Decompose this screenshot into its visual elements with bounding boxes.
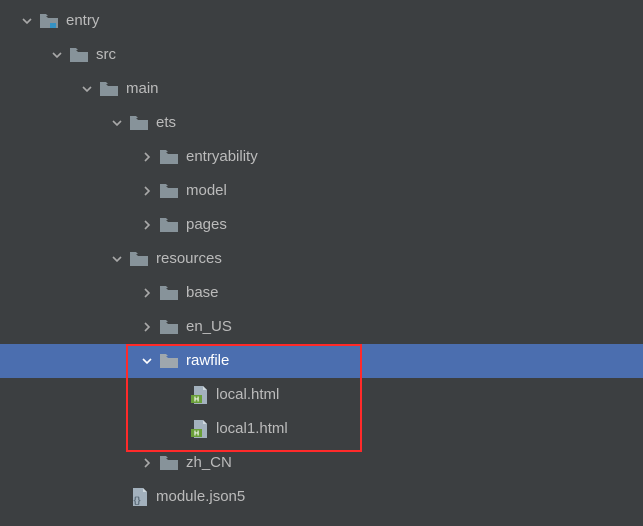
folder-icon (160, 318, 178, 336)
folder-icon (160, 182, 178, 200)
tree-label: en_US (186, 310, 232, 344)
folder-icon (160, 216, 178, 234)
tree-label: pages (186, 208, 227, 242)
folder-icon (130, 250, 148, 268)
chevron-right-icon[interactable] (140, 184, 154, 198)
tree-label: zh_CN (186, 446, 232, 480)
tree-row-model[interactable]: model (0, 174, 643, 208)
html-file-icon: H (190, 420, 208, 438)
tree-label: rawfile (186, 344, 229, 378)
folder-icon (70, 46, 88, 64)
chevron-right-icon[interactable] (140, 320, 154, 334)
tree-row-entryability[interactable]: entryability (0, 140, 643, 174)
tree-row-entry[interactable]: entry (0, 4, 643, 38)
svg-text:H: H (194, 431, 199, 438)
folder-icon (100, 80, 118, 98)
tree-row-module-json5[interactable]: {} module.json5 (0, 480, 643, 514)
chevron-right-icon[interactable] (140, 456, 154, 470)
tree-row-resources[interactable]: resources (0, 242, 643, 276)
folder-icon (160, 352, 178, 370)
chevron-down-icon[interactable] (110, 116, 124, 130)
tree-row-en-us[interactable]: en_US (0, 310, 643, 344)
tree-label: resources (156, 242, 222, 276)
chevron-down-icon[interactable] (110, 252, 124, 266)
tree-label: local.html (216, 378, 279, 412)
tree-row-local1-html[interactable]: H local1.html (0, 412, 643, 446)
tree-label: entryability (186, 140, 258, 174)
chevron-down-icon[interactable] (140, 354, 154, 368)
tree-row-rawfile[interactable]: rawfile (0, 344, 643, 378)
folder-icon (130, 114, 148, 132)
chevron-right-icon[interactable] (140, 218, 154, 232)
svg-text:{}: {} (133, 495, 141, 505)
json-file-icon: {} (130, 488, 148, 506)
folder-icon (160, 284, 178, 302)
folder-icon (160, 454, 178, 472)
tree-label: ets (156, 106, 176, 140)
tree-label: entry (66, 4, 99, 38)
tree-row-base[interactable]: base (0, 276, 643, 310)
html-file-icon: H (190, 386, 208, 404)
tree-row-ets[interactable]: ets (0, 106, 643, 140)
tree-row-src[interactable]: src (0, 38, 643, 72)
file-tree: entry src main ets (0, 0, 643, 514)
tree-label: model (186, 174, 227, 208)
chevron-down-icon[interactable] (80, 82, 94, 96)
svg-text:H: H (194, 397, 199, 404)
tree-row-local-html[interactable]: H local.html (0, 378, 643, 412)
chevron-right-icon[interactable] (140, 150, 154, 164)
chevron-right-icon[interactable] (140, 286, 154, 300)
chevron-down-icon[interactable] (50, 48, 64, 62)
tree-row-pages[interactable]: pages (0, 208, 643, 242)
tree-label: base (186, 276, 219, 310)
tree-label: local1.html (216, 412, 288, 446)
tree-label: src (96, 38, 116, 72)
tree-label: main (126, 72, 159, 106)
module-folder-icon (40, 12, 58, 30)
tree-row-zh-cn[interactable]: zh_CN (0, 446, 643, 480)
folder-icon (160, 148, 178, 166)
chevron-down-icon[interactable] (20, 14, 34, 28)
tree-label: module.json5 (156, 480, 245, 514)
tree-row-main[interactable]: main (0, 72, 643, 106)
